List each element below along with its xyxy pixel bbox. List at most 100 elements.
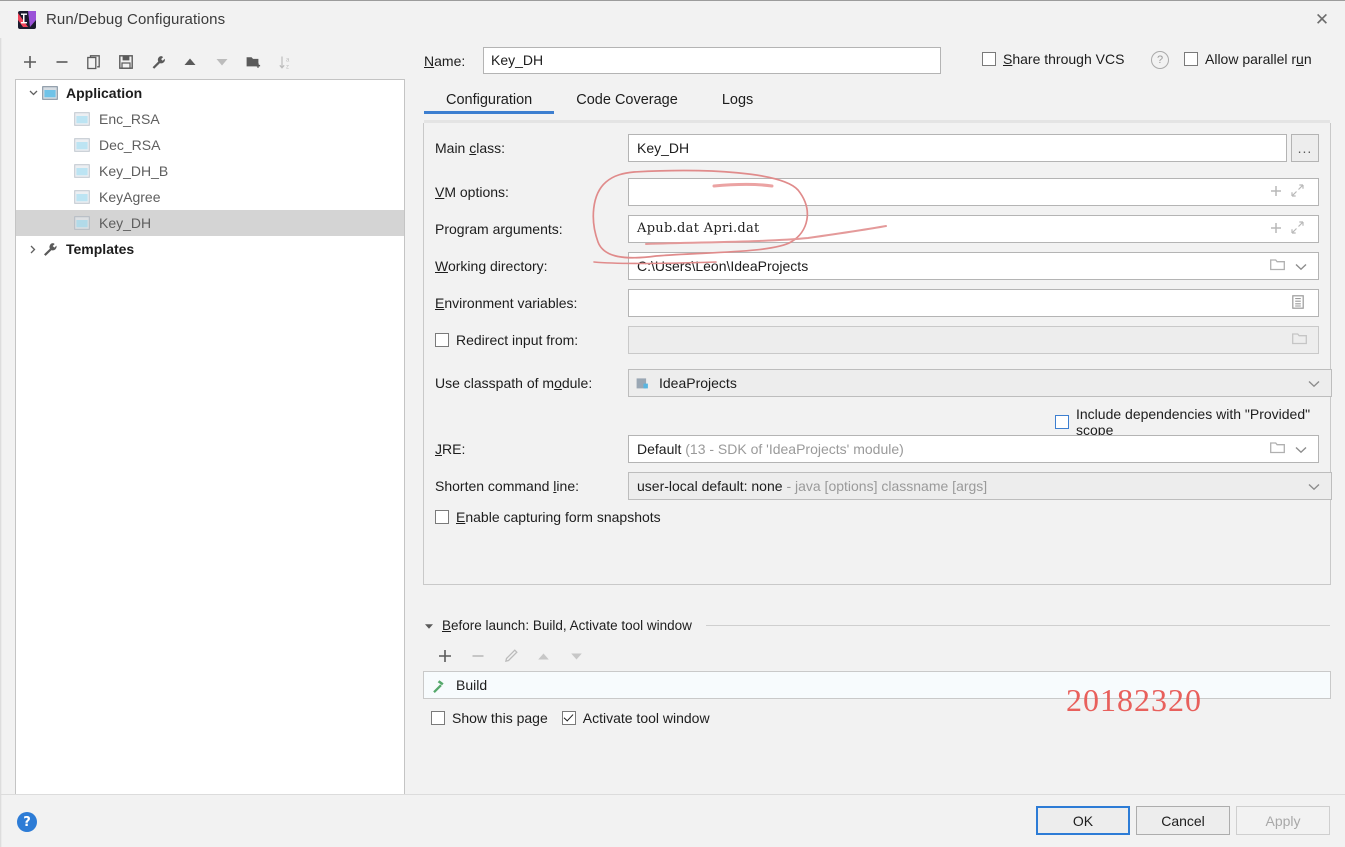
- header-divider: [705, 625, 1330, 626]
- enable-form-snapshots-checkbox[interactable]: Enable capturing form snapshots: [435, 509, 661, 525]
- remove-task-button[interactable]: [461, 643, 494, 669]
- move-task-up-button[interactable]: [527, 643, 560, 669]
- use-classpath-label: Use classpath of module:: [435, 375, 593, 391]
- activate-tool-window-checkbox[interactable]: Activate tool window: [561, 710, 710, 726]
- plus-icon[interactable]: [1270, 221, 1282, 237]
- list-editor-icon[interactable]: [1292, 294, 1304, 312]
- jre-dropdown[interactable]: Default (13 - SDK of 'IdeaProjects' modu…: [628, 435, 1319, 463]
- task-label: Build: [456, 677, 488, 693]
- expand-icon[interactable]: [1291, 184, 1304, 200]
- move-up-button[interactable]: [174, 47, 206, 77]
- tree-node-label: Application: [66, 85, 143, 101]
- tree-node-templates[interactable]: Templates: [16, 236, 404, 262]
- title-bar: Run/Debug Configurations ✕: [0, 0, 1345, 39]
- chevron-down-icon[interactable]: [1308, 478, 1320, 494]
- tree-node-label: Enc_RSA: [99, 111, 160, 127]
- tab-logs[interactable]: Logs: [700, 90, 775, 114]
- checkbox-box[interactable]: [435, 510, 449, 524]
- plus-icon[interactable]: [1270, 184, 1282, 200]
- folder-icon[interactable]: [1270, 258, 1286, 274]
- tab-configuration[interactable]: Configuration: [424, 90, 554, 114]
- before-launch-header[interactable]: Before launch: Build, Activate tool wind…: [424, 618, 1330, 633]
- vm-options-input[interactable]: [628, 178, 1319, 206]
- use-classpath-dropdown[interactable]: IdeaProjects: [628, 369, 1332, 397]
- intellij-idea-icon: [18, 11, 36, 29]
- tree-node-application[interactable]: Application: [16, 80, 404, 106]
- include-dependencies-checkbox[interactable]: Include dependencies with "Provided" sco…: [1055, 406, 1330, 438]
- shorten-command-line-dropdown[interactable]: user-local default: none - java [options…: [628, 472, 1332, 500]
- close-icon[interactable]: ✕: [1299, 1, 1345, 38]
- main-class-browse-button[interactable]: ...: [1291, 134, 1319, 162]
- add-configuration-button[interactable]: [14, 47, 46, 77]
- move-task-down-button[interactable]: [560, 643, 593, 669]
- show-this-page-checkbox[interactable]: Show this page: [431, 710, 548, 726]
- copy-configuration-button[interactable]: [78, 47, 110, 77]
- shorten-command-line-value: user-local default: none: [637, 478, 783, 494]
- save-configuration-button[interactable]: [110, 47, 142, 77]
- folder-icon: [1292, 332, 1308, 348]
- chevron-down-icon[interactable]: [1308, 375, 1320, 391]
- pencil-icon[interactable]: [494, 643, 527, 669]
- environment-variables-input[interactable]: [628, 289, 1319, 317]
- ok-button[interactable]: OK: [1036, 806, 1130, 835]
- environment-variables-row: Environment variables:: [424, 289, 1332, 317]
- main-class-input[interactable]: Key_DH: [628, 134, 1287, 162]
- checkbox-box[interactable]: [435, 333, 449, 347]
- allow-parallel-run-checkbox[interactable]: Allow parallel run: [1184, 51, 1312, 67]
- configuration-tree[interactable]: Application Enc_RSA Dec_RSA Key_DH_B Key…: [15, 79, 405, 795]
- svg-text:z: z: [286, 64, 289, 70]
- tab-bar: Configuration Code Coverage Logs: [424, 90, 1330, 123]
- chevron-down-icon[interactable]: [1295, 441, 1307, 457]
- cancel-button[interactable]: Cancel: [1136, 806, 1230, 835]
- remove-configuration-button[interactable]: [46, 47, 78, 77]
- sort-az-icon[interactable]: az: [270, 47, 302, 77]
- application-icon: [74, 164, 90, 178]
- share-through-vcs-label: Share through VCS: [1003, 51, 1125, 67]
- checkbox-box[interactable]: [1184, 52, 1198, 66]
- wrench-icon[interactable]: [142, 47, 174, 77]
- working-directory-input[interactable]: C:\Users\Leon\IdeaProjects: [628, 252, 1319, 280]
- redirect-input-row: Redirect input from:: [424, 326, 1332, 354]
- tab-code-coverage[interactable]: Code Coverage: [554, 90, 700, 114]
- use-classpath-row: Use classpath of module: IdeaProjects: [424, 369, 1332, 397]
- svg-text:a: a: [286, 57, 290, 63]
- help-icon[interactable]: ?: [17, 812, 37, 832]
- checkbox-box[interactable]: [1055, 415, 1069, 429]
- chevron-down-icon[interactable]: [1295, 258, 1307, 274]
- share-through-vcs-checkbox[interactable]: Share through VCS: [982, 51, 1124, 67]
- working-directory-row: Working directory: C:\Users\Leon\IdeaPro…: [424, 252, 1332, 280]
- collapse-triangle-icon[interactable]: [424, 618, 434, 633]
- window-title: Run/Debug Configurations: [46, 11, 226, 28]
- tree-node-key-dh-b[interactable]: Key_DH_B: [16, 158, 404, 184]
- folder-icon[interactable]: [1270, 441, 1286, 457]
- redirect-input-checkbox[interactable]: Redirect input from:: [435, 332, 578, 348]
- expand-icon[interactable]: [1291, 221, 1304, 237]
- move-down-button[interactable]: [206, 47, 238, 77]
- folder-add-icon[interactable]: [238, 47, 270, 77]
- tree-node-dec-rsa[interactable]: Dec_RSA: [16, 132, 404, 158]
- checkbox-box[interactable]: [431, 711, 445, 725]
- show-this-page-label: Show this page: [452, 710, 548, 726]
- add-task-button[interactable]: [428, 643, 461, 669]
- chevron-down-icon[interactable]: [24, 84, 42, 102]
- checkbox-box[interactable]: [982, 52, 996, 66]
- application-icon: [42, 86, 58, 100]
- tree-node-label: Templates: [66, 241, 135, 257]
- before-launch-toolbar: [428, 643, 593, 669]
- vm-options-row: VM options:: [424, 178, 1332, 206]
- activate-tool-window-label: Activate tool window: [582, 710, 710, 726]
- tree-node-key-dh[interactable]: Key_DH: [16, 210, 404, 236]
- configuration-tree-toolbar: az: [14, 46, 406, 78]
- chevron-right-icon[interactable]: [24, 240, 42, 258]
- program-arguments-row: Program arguments: Apub.dat Apri.dat: [424, 215, 1332, 243]
- jre-hint: (13 - SDK of 'IdeaProjects' module): [685, 441, 904, 457]
- share-vcs-help-icon[interactable]: ?: [1151, 51, 1169, 69]
- shorten-command-line-label: Shorten command line:: [435, 478, 579, 494]
- checkbox-box[interactable]: [561, 711, 576, 725]
- main-class-row: Main class: Key_DH ...: [424, 134, 1332, 162]
- name-input[interactable]: Key_DH: [483, 47, 941, 74]
- tree-node-enc-rsa[interactable]: Enc_RSA: [16, 106, 404, 132]
- tree-node-keyagree[interactable]: KeyAgree: [16, 184, 404, 210]
- footer-divider: [0, 794, 1345, 795]
- program-arguments-input[interactable]: Apub.dat Apri.dat: [628, 215, 1319, 243]
